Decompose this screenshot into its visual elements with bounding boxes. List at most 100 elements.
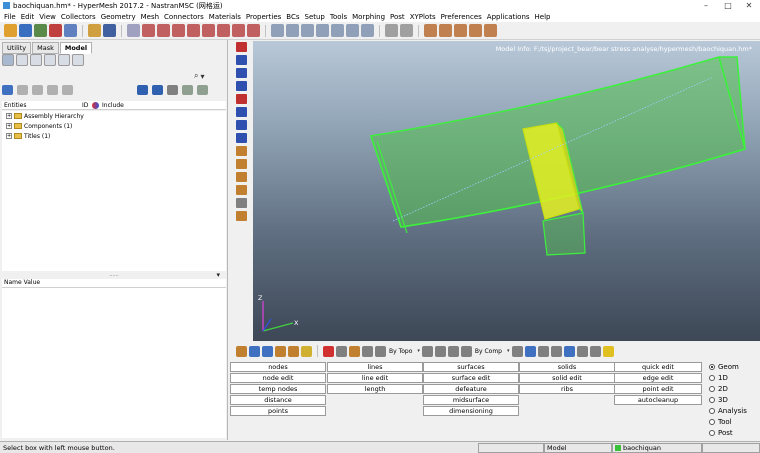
eraser-icon[interactable] [434,345,446,357]
collapse-icon[interactable]: ▾ [216,271,220,279]
mask-icon[interactable] [62,85,73,95]
graphics-viewport[interactable]: Model Info: F:/tsj/project_bear/bear str… [253,41,760,341]
zoom-in-icon[interactable] [286,24,299,37]
line-icon[interactable] [288,345,299,357]
pencil-icon[interactable] [421,345,433,357]
camera-icon[interactable] [103,24,116,37]
radio-tool[interactable]: Tool [709,417,759,427]
radio-1d[interactable]: 1D [709,373,759,383]
midsurface-button[interactable]: midsurface [423,395,519,405]
comp-icon[interactable] [460,345,472,357]
status-component[interactable]: baochiquan [612,443,702,453]
menu-setup[interactable]: Setup [304,13,329,21]
expand-all-icon[interactable] [2,85,13,95]
layout-5-icon[interactable] [484,24,497,37]
expand-icon[interactable]: + [6,123,12,129]
menu-applications[interactable]: Applications [486,13,534,21]
geometry-display-icon[interactable] [235,146,247,156]
nodes-button[interactable]: nodes [230,362,326,372]
abc-label-2-icon[interactable] [235,185,247,195]
node-edit-button[interactable]: node edit [230,373,326,383]
rotate-down-icon[interactable] [187,24,200,37]
view-options-icon[interactable] [385,24,398,37]
pan-icon[interactable] [301,24,314,37]
cube-filter-icon[interactable] [152,85,163,95]
menu-preferences[interactable]: Preferences [440,13,486,21]
col-include[interactable]: Include [102,102,124,109]
surface-icon[interactable] [275,345,286,357]
perspective-icon[interactable] [400,24,413,37]
fit-icon[interactable] [271,24,284,37]
view-icon[interactable] [217,24,230,37]
tree-row-components[interactable]: + Components (1) [2,121,226,131]
menu-tools[interactable]: Tools [329,13,351,21]
quick-edit-button[interactable]: quick edit [614,362,702,372]
element-icon[interactable] [249,345,260,357]
view-iso-icon[interactable] [232,24,245,37]
tab-model[interactable]: Model [59,42,93,54]
hand-icon[interactable] [316,24,329,37]
menu-bcs[interactable]: BCs [285,13,303,21]
rotate-left-icon[interactable] [142,24,155,37]
topo-icon[interactable] [375,345,386,357]
cube-tool-icon[interactable] [563,345,575,357]
display-icon[interactable] [235,42,247,52]
import-icon[interactable] [34,24,47,37]
temp-nodes-button[interactable]: temp nodes [230,384,326,394]
component-view-icon[interactable] [16,54,28,66]
solid-edit-button[interactable]: solid edit [519,373,615,383]
minimize-button[interactable]: – [695,0,717,11]
by-topo-dropdown-icon[interactable]: ▾ [417,348,420,354]
by-topo-label[interactable]: By Topo [389,348,412,355]
surface-edit-button[interactable]: surface edit [423,373,519,383]
radio-post[interactable]: Post [709,428,759,438]
dimensioning-button[interactable]: dimensioning [423,406,519,416]
measure-icon[interactable] [235,198,247,208]
menu-post[interactable]: Post [389,13,409,21]
menu-xyplots[interactable]: XYPlots [409,13,440,21]
rotate-right-icon[interactable] [157,24,170,37]
menu-help[interactable]: Help [534,13,555,21]
search-icon[interactable]: ⌕ [194,71,198,81]
radio-indicator[interactable] [709,408,715,414]
edge-display-icon[interactable] [235,172,247,182]
close-button[interactable]: ✕ [738,0,760,11]
tab-utility[interactable]: Utility [2,42,32,54]
open-icon[interactable] [4,24,17,37]
tree-row-titles[interactable]: + Titles (1) [2,131,226,141]
panel-splitter[interactable]: ...... ▾ [2,271,226,279]
menu-materials[interactable]: Materials [208,13,245,21]
points-button[interactable]: points [230,406,326,416]
menu-morphing[interactable]: Morphing [351,13,389,21]
save-icon[interactable] [19,24,32,37]
radio-2d[interactable]: 2D [709,384,759,394]
include-view-icon[interactable] [30,54,42,66]
export-icon[interactable] [49,24,62,37]
tree-row-assembly-hierarchy[interactable]: + Assembly Hierarchy [2,111,226,121]
view-front-icon[interactable] [247,24,260,37]
layout-1-icon[interactable] [424,24,437,37]
color-mode-icon[interactable] [235,107,247,117]
expand-icon[interactable]: + [6,113,12,119]
layout-3-icon[interactable] [454,24,467,37]
solid-icon[interactable] [262,345,273,357]
point-edit-button[interactable]: point edit [614,384,702,394]
mesh-icon[interactable] [511,345,523,357]
by-comp-label[interactable]: By Comp [475,348,502,355]
dots-icon[interactable] [589,345,601,357]
point-icon[interactable] [301,345,312,357]
eye-off-icon[interactable] [197,85,208,95]
center-icon[interactable] [346,24,359,37]
radio-analysis[interactable]: Analysis [709,406,759,416]
by-comp-dropdown-icon[interactable]: ▾ [507,348,510,354]
geometry-icon[interactable] [236,345,247,357]
solid-mesh-icon[interactable] [524,345,536,357]
element-display-icon[interactable] [235,94,247,104]
menu-view[interactable]: View [38,13,60,21]
radio-indicator[interactable] [709,397,715,403]
radio-3d[interactable]: 3D [709,395,759,405]
cube-icon[interactable] [137,85,148,95]
line-tool-icon[interactable] [537,345,549,357]
lines-button[interactable]: lines [327,362,423,372]
menu-properties[interactable]: Properties [245,13,285,21]
